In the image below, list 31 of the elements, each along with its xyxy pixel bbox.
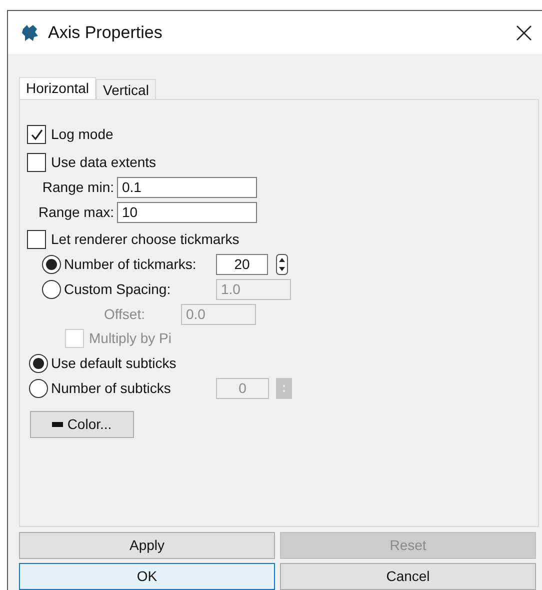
field-label: Range min: bbox=[41, 178, 115, 197]
radio-button[interactable] bbox=[42, 254, 61, 274]
radio-label: Number of tickmarks: bbox=[63, 254, 198, 274]
app-icon bbox=[20, 22, 40, 43]
check-icon bbox=[30, 128, 44, 142]
checkbox-label: Log mode bbox=[51, 125, 114, 144]
tab[interactable]: Horizontal bbox=[19, 76, 96, 99]
checkbox[interactable] bbox=[27, 230, 46, 250]
checkbox[interactable] bbox=[27, 153, 46, 172]
dialog-button[interactable]: Cancel bbox=[280, 563, 536, 590]
radio-button[interactable] bbox=[29, 354, 48, 373]
checkbox-label: Use data extents bbox=[51, 153, 156, 172]
checkbox-label: Let renderer choose tickmarks bbox=[51, 230, 240, 250]
spinner[interactable] bbox=[276, 254, 288, 275]
color-button[interactable]: Color... bbox=[30, 410, 134, 438]
close-icon[interactable] bbox=[516, 24, 532, 41]
color-swatch-icon bbox=[52, 422, 64, 427]
checkbox[interactable] bbox=[27, 125, 46, 144]
input-field[interactable]: 10 bbox=[117, 202, 257, 223]
field-label: Range max: bbox=[38, 202, 115, 222]
dialog-button[interactable]: OK bbox=[19, 563, 275, 590]
field-label: Offset: bbox=[103, 304, 146, 324]
radio-label: Use default subticks bbox=[50, 354, 176, 373]
dialog-button[interactable]: Apply bbox=[19, 532, 275, 559]
checkbox-label: Multiply by Pi bbox=[89, 329, 172, 348]
radio-label: Number of subticks bbox=[50, 378, 172, 398]
window-title: Axis Properties bbox=[48, 22, 164, 44]
radio-label: Custom Spacing: bbox=[63, 280, 172, 299]
tab[interactable]: Vertical bbox=[96, 78, 156, 99]
input-field[interactable]: 0.1 bbox=[117, 176, 257, 198]
input-field[interactable]: 20 bbox=[216, 254, 268, 275]
